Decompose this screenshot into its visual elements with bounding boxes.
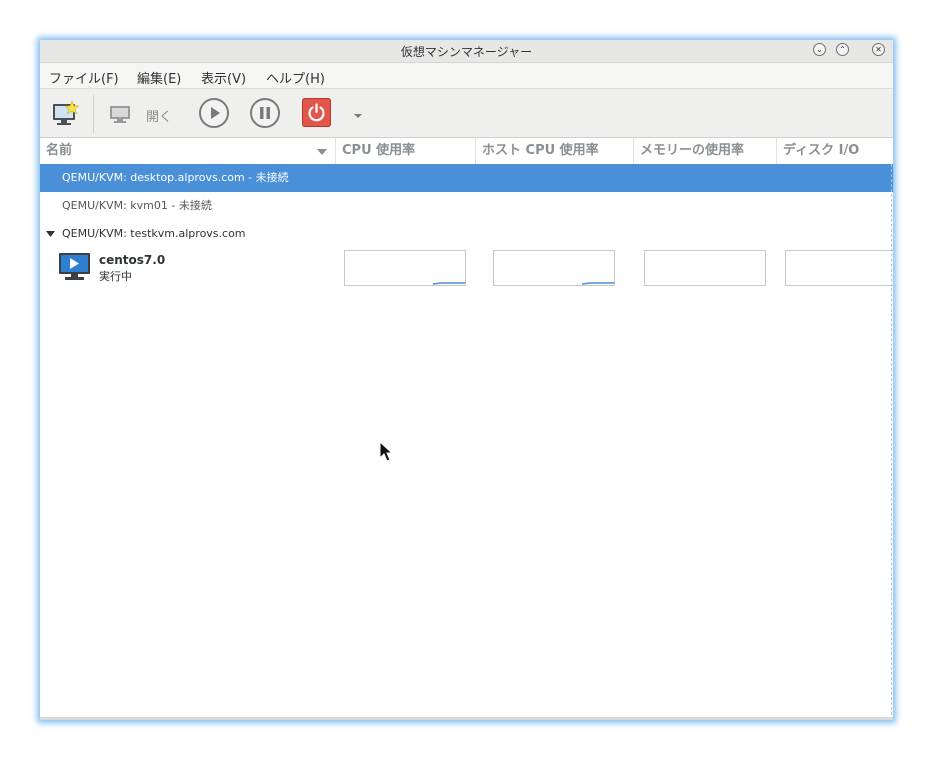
toolbar-separator — [93, 95, 94, 133]
column-header-name[interactable]: 名前 — [40, 138, 336, 164]
column-name-label: 名前 — [46, 143, 73, 158]
new-vm-button[interactable] — [50, 99, 80, 129]
list-edge-divider — [891, 164, 892, 720]
virt-manager-window: 仮想マシンマネージャー ⌄ ⌃ ✕ ファイル(F) 編集(E) 表示(V) ヘル… — [40, 40, 893, 720]
column-header-cpu[interactable]: CPU 使用率 — [336, 138, 476, 164]
cpu-usage-sparkline — [432, 282, 465, 285]
column-header-row: 名前 CPU 使用率 ホスト CPU 使用率 メモリーの使用率 ディスク I/O — [40, 138, 893, 165]
open-button[interactable]: 開く — [108, 103, 178, 125]
connection-label: QEMU/KVM: testkvm.alprovs.com — [62, 227, 246, 240]
connection-label: QEMU/KVM: desktop.alprovs.com - 未接続 — [62, 171, 289, 184]
run-button[interactable] — [199, 98, 229, 128]
window-bottom-edge — [40, 717, 893, 720]
column-header-memory[interactable]: メモリーの使用率 — [634, 138, 777, 164]
toolbar: 開く — [40, 88, 893, 138]
close-icon[interactable]: ✕ — [872, 43, 885, 56]
connection-row-testkvm[interactable]: QEMU/KVM: testkvm.alprovs.com — [40, 220, 893, 248]
power-icon — [308, 103, 325, 122]
column-header-disk[interactable]: ディスク I/O — [777, 138, 893, 164]
vm-name: centos7.0 — [99, 253, 166, 267]
pause-icon — [260, 107, 270, 119]
cpu-usage-graph — [344, 250, 466, 286]
shutdown-button[interactable] — [302, 98, 331, 127]
column-header-host-cpu[interactable]: ホスト CPU 使用率 — [476, 138, 634, 164]
open-label: 開く — [146, 110, 173, 125]
menu-help[interactable]: ヘルプ(H) — [266, 68, 325, 87]
window-title: 仮想マシンマネージャー — [400, 45, 533, 59]
connection-label: QEMU/KVM: kvm01 - 未接続 — [62, 199, 212, 212]
title-bar[interactable]: 仮想マシンマネージャー ⌄ ⌃ ✕ — [40, 40, 893, 63]
host-cpu-usage-sparkline — [581, 282, 614, 285]
chevron-down-icon — [354, 114, 362, 118]
sort-arrow-icon — [317, 149, 327, 155]
shutdown-menu-dropdown[interactable] — [350, 107, 366, 119]
host-cpu-usage-graph — [493, 250, 615, 286]
menu-view[interactable]: 表示(V) — [201, 68, 246, 87]
connection-row-kvm01[interactable]: QEMU/KVM: kvm01 - 未接続 — [40, 192, 893, 220]
menu-file[interactable]: ファイル(F) — [49, 68, 119, 87]
vm-status: 実行中 — [99, 270, 132, 283]
vm-display-icon — [59, 253, 90, 280]
memory-usage-graph — [644, 250, 766, 286]
menu-edit[interactable]: 編集(E) — [137, 68, 181, 87]
maximize-icon[interactable]: ⌃ — [836, 43, 849, 56]
connection-row-desktop[interactable]: QEMU/KVM: desktop.alprovs.com - 未接続 — [40, 164, 893, 192]
pause-button[interactable] — [250, 98, 280, 128]
new-vm-icon — [53, 100, 80, 125]
monitor-icon — [110, 106, 130, 123]
play-icon — [211, 107, 220, 119]
disk-io-graph — [785, 250, 893, 286]
mouse-cursor-icon — [379, 441, 393, 462]
minimize-icon[interactable]: ⌄ — [813, 43, 826, 56]
menu-bar: ファイル(F) 編集(E) 表示(V) ヘルプ(H) — [40, 63, 893, 88]
expander-arrow-icon[interactable] — [46, 229, 56, 239]
